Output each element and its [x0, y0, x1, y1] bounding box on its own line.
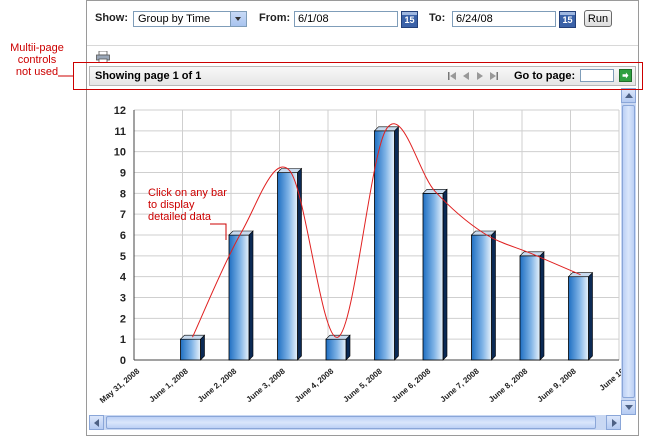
annotation-multipage: Multii-page controls not used — [6, 42, 68, 78]
vertical-scroll-thumb[interactable] — [622, 105, 635, 398]
to-label: To: — [429, 12, 446, 24]
y-tick-label: 2 — [120, 313, 126, 325]
from-date-input[interactable]: 6/1/08 — [294, 11, 398, 27]
y-tick-label: 4 — [120, 272, 127, 284]
x-tick-label: June 1, 2008 — [148, 366, 191, 404]
annotation-arrow — [58, 75, 74, 77]
scroll-down-icon[interactable] — [621, 400, 636, 415]
horizontal-scroll-thumb[interactable] — [106, 416, 596, 429]
x-tick-label: May 31, 2008 — [98, 366, 142, 405]
y-tick-label: 5 — [120, 251, 126, 263]
y-tick-label: 7 — [120, 209, 126, 221]
bar-side — [394, 126, 399, 361]
bar — [374, 130, 395, 361]
scroll-up-icon[interactable] — [621, 88, 636, 103]
x-tick-label: June 9, 2008 — [536, 366, 579, 404]
bar-side — [588, 271, 593, 361]
filter-toolbar: Show: Group by Time From: 6/1/08 15 To: … — [87, 1, 638, 46]
annotation-click-line: Click on any bar — [148, 187, 227, 199]
y-tick-label: 1 — [120, 334, 126, 346]
y-tick-label: 9 — [120, 168, 126, 180]
bar — [277, 172, 298, 361]
chevron-down-icon[interactable] — [230, 12, 246, 26]
bar — [180, 338, 201, 361]
run-button[interactable]: Run — [584, 10, 612, 27]
y-tick-label: 6 — [120, 230, 126, 242]
bar — [519, 255, 541, 361]
bar-top — [179, 334, 206, 340]
bar — [325, 338, 347, 361]
x-tick-label: June 6, 2008 — [390, 366, 433, 404]
y-tick-label: 10 — [114, 147, 126, 159]
vertical-scrollbar[interactable] — [621, 88, 636, 415]
y-tick-label: 11 — [114, 126, 126, 138]
annotation-pointer — [210, 223, 227, 240]
horizontal-scrollbar[interactable] — [89, 415, 621, 430]
to-calendar-icon[interactable]: 15 — [559, 11, 576, 28]
y-tick-label: 0 — [120, 355, 126, 367]
group-by-select[interactable]: Group by Time — [133, 11, 247, 27]
y-tick-label: 8 — [120, 188, 126, 200]
bar-side — [442, 188, 448, 361]
x-tick-label: June 8, 2008 — [487, 366, 530, 404]
from-calendar-icon[interactable]: 15 — [401, 11, 418, 28]
bar-side — [248, 230, 254, 361]
scroll-right-icon[interactable] — [606, 415, 621, 430]
x-tick-label: June 7, 2008 — [439, 366, 482, 404]
x-tick-label: June 4, 2008 — [293, 366, 336, 404]
group-by-value: Group by Time — [138, 13, 211, 25]
to-date-input[interactable]: 6/24/08 — [452, 11, 556, 27]
bar — [471, 234, 492, 361]
annotation-multipage-line: controls — [17, 54, 57, 66]
x-tick-label: June 5, 2008 — [342, 366, 385, 404]
bar-side — [539, 251, 545, 361]
bar — [422, 192, 444, 361]
bar-top — [567, 272, 594, 277]
x-tick-label: June 2, 2008 — [196, 366, 239, 404]
from-label: From: — [259, 12, 291, 24]
annotation-multipage-line: Multii-page — [10, 42, 64, 54]
chart-area: 0 1 2 3 4 5 6 7 8 9 10 11 12 May 31, 2008 June 1, 2008… — [89, 88, 627, 415]
y-tick-label: 3 — [120, 293, 126, 305]
bar — [568, 276, 589, 361]
x-tick-label: June 3, 2008 — [245, 366, 288, 404]
scroll-left-icon[interactable] — [89, 415, 104, 430]
annotation-click-line: to display — [148, 199, 195, 211]
bar — [228, 234, 250, 361]
annotation-pager-box — [73, 62, 643, 90]
show-label: Show: — [95, 12, 128, 24]
y-tick-label: 12 — [114, 105, 126, 117]
bar-side — [491, 230, 496, 361]
bar-chart: 0123456789101112May 31, 2008 June 1, 2008… — [98, 105, 627, 405]
x-tick-label: June 10 — [598, 366, 621, 392]
